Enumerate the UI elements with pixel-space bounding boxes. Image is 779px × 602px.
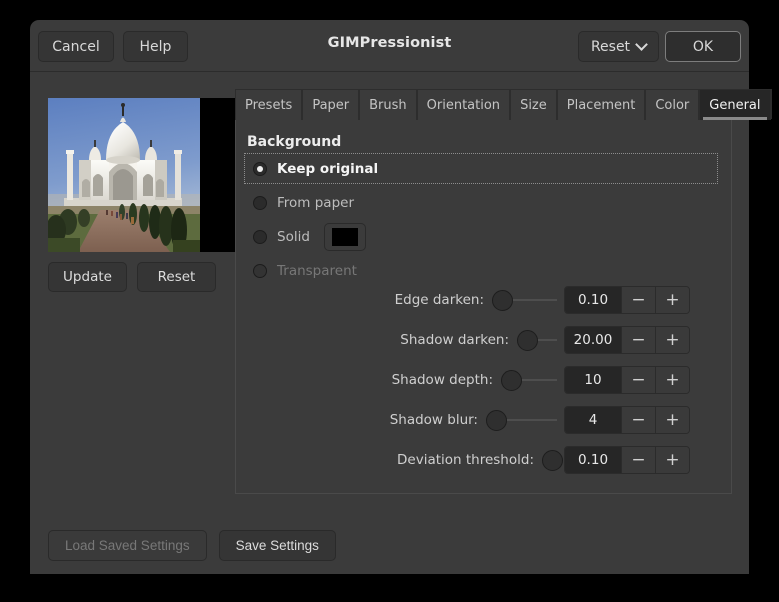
tab-bar: Presets Paper Brush Orientation Size Pla… bbox=[235, 89, 772, 120]
radio-icon bbox=[253, 195, 267, 210]
radio-label: From paper bbox=[277, 194, 355, 211]
tab-color[interactable]: Color bbox=[645, 89, 700, 120]
preview-controls: Update Reset bbox=[48, 262, 216, 292]
tab-size[interactable]: Size bbox=[510, 89, 557, 120]
tab-label: Color bbox=[655, 97, 690, 113]
setting-shadow-depth: Shadow depth: 10 − + bbox=[384, 360, 724, 400]
tab-brush[interactable]: Brush bbox=[359, 89, 417, 120]
tab-label: Orientation bbox=[426, 97, 501, 113]
edge-darken-spinbox[interactable]: 0.10 − + bbox=[564, 286, 690, 314]
spin-increment-button[interactable]: + bbox=[655, 447, 689, 473]
shadow-blur-spinbox[interactable]: 4 − + bbox=[564, 406, 690, 434]
save-settings-button[interactable]: Save Settings bbox=[218, 530, 336, 561]
spin-value[interactable]: 0.10 bbox=[565, 287, 621, 313]
solid-color-button[interactable] bbox=[323, 222, 366, 251]
tab-label: Presets bbox=[245, 97, 293, 113]
preview-empty-region bbox=[200, 98, 236, 252]
reset-menu-label: Reset bbox=[590, 38, 631, 55]
background-radio-group: Keep original From paper Solid Transpare… bbox=[244, 153, 718, 294]
setting-edge-darken: Edge darken: 0.10 − + bbox=[384, 280, 724, 320]
preview-area[interactable] bbox=[48, 98, 236, 252]
edge-darken-slider[interactable] bbox=[492, 287, 564, 313]
deviation-threshold-spinbox[interactable]: 0.10 − + bbox=[564, 446, 690, 474]
radio-transparent[interactable]: Transparent bbox=[253, 260, 718, 281]
settings-io-buttons: Load Saved Settings Save Settings bbox=[48, 530, 336, 561]
general-page: Background Keep original From paper Soli… bbox=[235, 120, 732, 494]
spin-increment-button[interactable]: + bbox=[655, 367, 689, 393]
spin-decrement-button[interactable]: − bbox=[621, 287, 655, 313]
slider-handle[interactable] bbox=[517, 330, 538, 351]
dialog-body: Update Reset Paint edges Tileable Drop s… bbox=[30, 72, 772, 573]
setting-deviation-threshold: Deviation threshold: 0.10 − + bbox=[384, 440, 724, 480]
shadow-darken-spinbox[interactable]: 20.00 − + bbox=[564, 326, 690, 354]
update-button[interactable]: Update bbox=[48, 262, 127, 292]
tab-general[interactable]: General bbox=[699, 89, 771, 120]
setting-label: Shadow depth: bbox=[391, 372, 493, 388]
deviation-threshold-slider[interactable] bbox=[542, 447, 564, 473]
settings-notebook: Presets Paper Brush Orientation Size Pla… bbox=[235, 89, 772, 557]
background-section-title: Background bbox=[247, 134, 342, 150]
spin-value[interactable]: 10 bbox=[565, 367, 621, 393]
radio-icon bbox=[253, 229, 267, 244]
setting-shadow-darken: Shadow darken: 20.00 − + bbox=[384, 320, 724, 360]
radio-keep-original[interactable]: Keep original bbox=[244, 153, 718, 184]
tab-label: Paper bbox=[312, 97, 350, 113]
tab-label: Brush bbox=[369, 97, 407, 113]
radio-label: Solid bbox=[277, 228, 310, 245]
slider-handle[interactable] bbox=[486, 410, 507, 431]
spin-increment-button[interactable]: + bbox=[655, 287, 689, 313]
ok-button[interactable]: OK bbox=[665, 31, 741, 62]
spin-increment-button[interactable]: + bbox=[655, 407, 689, 433]
tab-orientation[interactable]: Orientation bbox=[416, 89, 511, 120]
shadow-darken-slider[interactable] bbox=[517, 327, 564, 353]
preview-image bbox=[48, 98, 200, 252]
radio-label: Transparent bbox=[277, 262, 357, 279]
setting-label: Edge darken: bbox=[394, 292, 484, 308]
shadow-depth-spinbox[interactable]: 10 − + bbox=[564, 366, 690, 394]
spin-value[interactable]: 4 bbox=[565, 407, 621, 433]
radio-label: Keep original bbox=[277, 160, 379, 177]
spin-decrement-button[interactable]: − bbox=[621, 327, 655, 353]
shadow-depth-slider[interactable] bbox=[501, 367, 564, 393]
spin-value[interactable]: 0.10 bbox=[565, 447, 621, 473]
setting-label: Deviation threshold: bbox=[397, 452, 534, 468]
gimpressionist-dialog: Cancel Help GIMPressionist Reset OK Upda… bbox=[30, 20, 772, 574]
radio-from-paper[interactable]: From paper bbox=[253, 192, 718, 213]
load-saved-settings-button[interactable]: Load Saved Settings bbox=[48, 530, 207, 561]
slider-handle[interactable] bbox=[501, 370, 522, 391]
tab-placement[interactable]: Placement bbox=[556, 89, 646, 120]
spin-decrement-button[interactable]: − bbox=[621, 407, 655, 433]
reset-menu-button[interactable]: Reset bbox=[578, 31, 659, 62]
radio-solid[interactable]: Solid bbox=[253, 222, 718, 251]
tab-bar-filler bbox=[770, 89, 772, 119]
slider-handle[interactable] bbox=[492, 290, 513, 311]
spin-decrement-button[interactable]: − bbox=[621, 367, 655, 393]
tab-label: General bbox=[709, 97, 761, 113]
tab-label: Size bbox=[520, 97, 547, 113]
chevron-down-icon bbox=[637, 40, 646, 49]
color-swatch bbox=[331, 227, 358, 246]
setting-label: Shadow darken: bbox=[400, 332, 509, 348]
tab-label: Placement bbox=[566, 97, 636, 113]
tab-presets[interactable]: Presets bbox=[235, 89, 303, 120]
setting-shadow-blur: Shadow blur: 4 − + bbox=[384, 400, 724, 440]
spin-value[interactable]: 20.00 bbox=[565, 327, 621, 353]
radio-icon bbox=[253, 263, 267, 278]
tab-paper[interactable]: Paper bbox=[302, 89, 360, 120]
preview-reset-button[interactable]: Reset bbox=[137, 262, 216, 292]
radio-icon bbox=[253, 161, 267, 176]
spin-decrement-button[interactable]: − bbox=[621, 447, 655, 473]
slider-handle[interactable] bbox=[542, 450, 563, 471]
spin-increment-button[interactable]: + bbox=[655, 327, 689, 353]
shadow-settings-group: Edge darken: 0.10 − + Shadow darken: 20.… bbox=[384, 280, 724, 480]
shadow-blur-slider[interactable] bbox=[486, 407, 564, 433]
dialog-header: Cancel Help GIMPressionist Reset OK bbox=[30, 20, 749, 72]
setting-label: Shadow blur: bbox=[389, 412, 478, 428]
